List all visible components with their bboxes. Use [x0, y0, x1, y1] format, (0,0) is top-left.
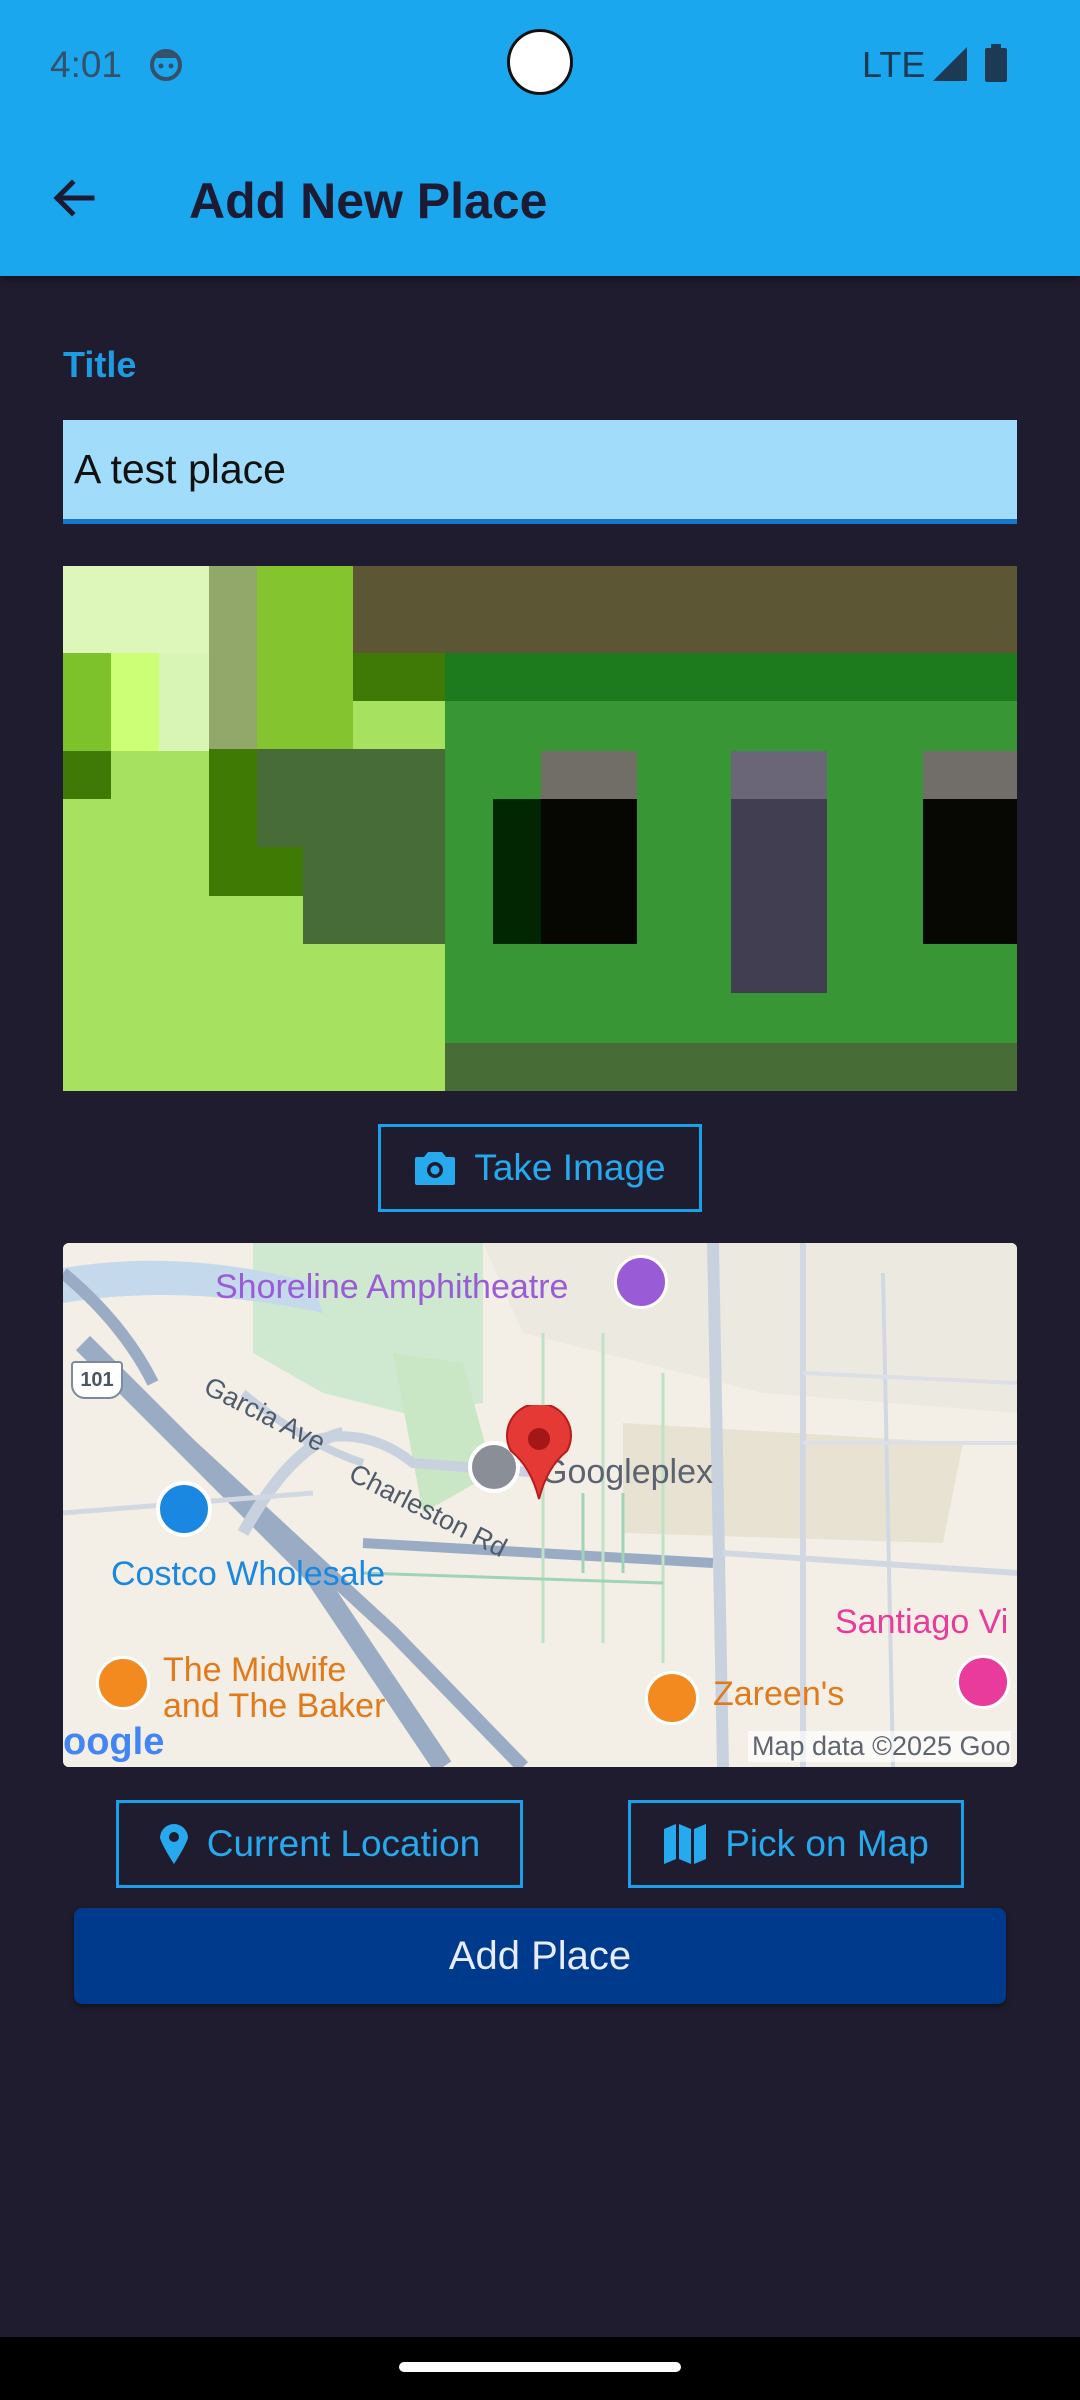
app-top-bar: 4:01 LTE Add New Place — [0, 0, 1080, 276]
restaurant-poi-icon — [96, 1656, 150, 1710]
costco-poi-icon — [156, 1481, 212, 1537]
battery-icon — [985, 44, 1007, 82]
pick-on-map-label: Pick on Map — [725, 1823, 929, 1864]
arrow-left-icon[interactable] — [44, 168, 104, 228]
page-title: Add New Place — [189, 173, 548, 229]
zareens-poi-icon — [645, 1671, 699, 1725]
take-image-button[interactable]: Take Image — [378, 1124, 702, 1212]
current-location-label: Current Location — [206, 1823, 481, 1864]
add-place-label: Add Place — [448, 1933, 632, 1978]
title-input[interactable] — [63, 420, 1017, 524]
map-label-midwife-line1: The Midwife — [163, 1651, 347, 1689]
camera-icon — [415, 1152, 456, 1185]
location-map-preview[interactable]: Shoreline Amphitheatre 101 Garcia Ave Ch… — [63, 1243, 1017, 1767]
title-field-label: Title — [63, 344, 137, 385]
poi-amphitheatre-icon — [614, 1255, 668, 1309]
status-time: 4:01 — [50, 44, 123, 85]
android-status-icon — [150, 49, 182, 81]
location-pin-icon — [159, 1824, 188, 1864]
pick-on-map-button[interactable]: Pick on Map — [628, 1800, 964, 1888]
map-attribution: Map data ©2025 Goo — [748, 1731, 1011, 1762]
current-location-button[interactable]: Current Location — [116, 1800, 523, 1888]
hotel-poi-icon — [956, 1655, 1010, 1709]
map-icon — [664, 1824, 707, 1864]
front-camera-cutout — [507, 29, 573, 95]
map-label-santiago: Santiago Vi — [835, 1603, 1009, 1641]
signal-icon — [933, 47, 967, 81]
route-101-shield-icon: 101 — [71, 1361, 123, 1399]
map-label-shoreline: Shoreline Amphitheatre — [215, 1268, 569, 1306]
take-image-label: Take Image — [474, 1147, 666, 1188]
map-label-costco: Costco Wholesale — [111, 1555, 386, 1593]
map-label-midwife-line2: and The Baker — [163, 1687, 386, 1725]
location-marker-icon — [506, 1405, 572, 1500]
home-gesture-handle[interactable] — [399, 2362, 681, 2372]
place-image-preview — [63, 566, 1017, 1091]
add-place-button[interactable]: Add Place — [74, 1908, 1006, 2004]
google-logo: oogle — [63, 1721, 165, 1763]
network-type: LTE — [862, 44, 926, 85]
map-label-zareens: Zareen's — [713, 1675, 845, 1713]
